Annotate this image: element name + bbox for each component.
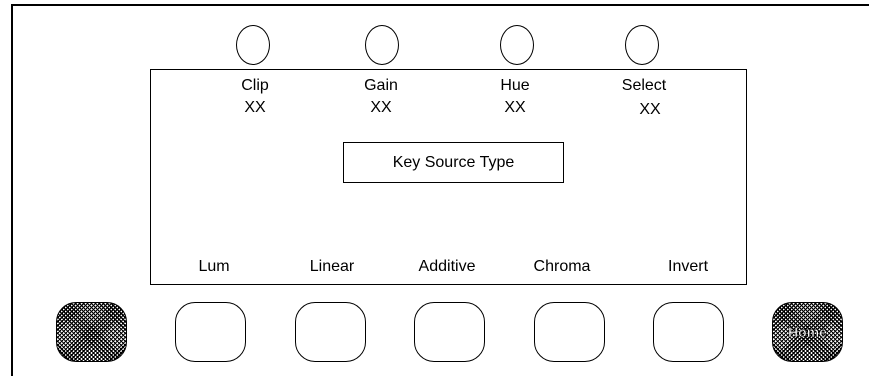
param-value-gain: XX — [370, 99, 392, 116]
soft-button-invert[interactable] — [653, 302, 724, 362]
home-button[interactable]: Home — [772, 302, 843, 362]
left-hatched-button[interactable] — [56, 302, 127, 362]
soft-button-linear[interactable] — [295, 302, 366, 362]
home-button-label: Home — [788, 324, 828, 341]
soft-label-linear: Linear — [309, 258, 355, 275]
param-label-select: Select — [621, 77, 667, 94]
key-source-type-label: Key Source Type — [392, 153, 515, 171]
key-source-type-box: Key Source Type — [343, 142, 564, 183]
knob-gain[interactable] — [365, 25, 399, 65]
knob-hue[interactable] — [500, 25, 534, 65]
param-label-gain: Gain — [364, 77, 398, 94]
param-value-select: XX — [639, 101, 661, 118]
knob-select[interactable] — [625, 25, 659, 65]
soft-label-chroma: Chroma — [533, 258, 591, 275]
soft-button-additive[interactable] — [414, 302, 485, 362]
soft-label-additive: Additive — [418, 258, 476, 275]
param-value-hue: XX — [504, 99, 526, 116]
param-label-hue: Hue — [500, 77, 530, 94]
param-value-clip: XX — [244, 99, 266, 116]
soft-label-invert: Invert — [667, 258, 709, 275]
soft-label-lum: Lum — [198, 258, 230, 275]
soft-button-chroma[interactable] — [534, 302, 605, 362]
knob-clip[interactable] — [236, 25, 270, 65]
param-label-clip: Clip — [241, 77, 269, 94]
soft-button-lum[interactable] — [175, 302, 246, 362]
